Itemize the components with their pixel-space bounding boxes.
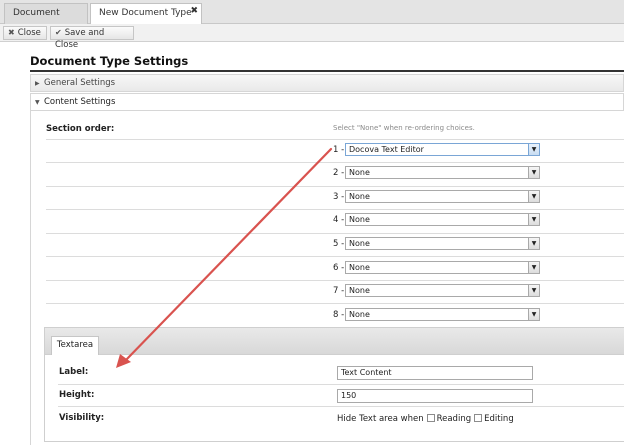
annotation-arrow	[116, 147, 333, 368]
